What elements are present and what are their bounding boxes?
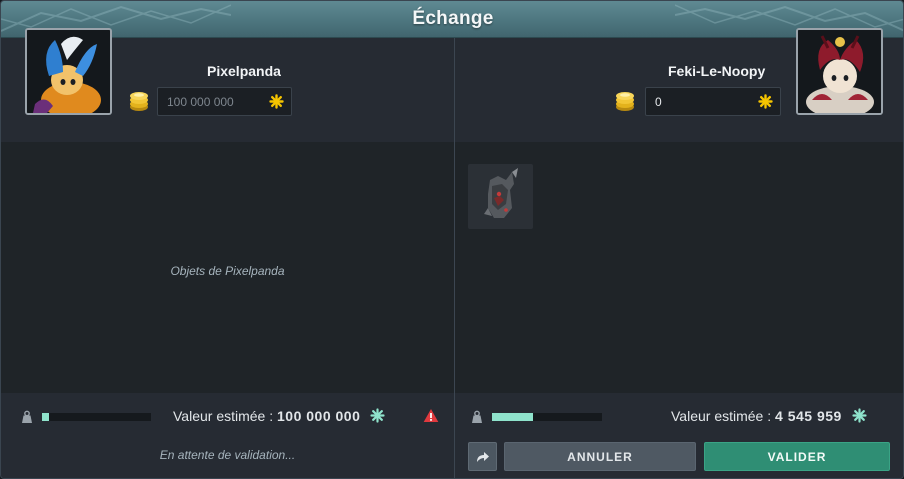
right-player-name: Feki-Le-Noopy — [668, 63, 766, 79]
left-estimated-amount: 100 000 000 — [277, 408, 361, 424]
left-character-portrait-icon — [25, 28, 112, 115]
right-character-portrait-icon — [796, 28, 883, 115]
share-button[interactable] — [468, 442, 497, 471]
left-validation-status: En attente de validation... — [159, 448, 296, 462]
right-weight-bar-fill — [492, 413, 533, 421]
right-player-header: Feki-Le-Noopy 0 — [455, 28, 903, 142]
armor-item-icon — [484, 168, 518, 218]
exchange-window: Échange Pixelpanda 100 000 000 Objets de… — [0, 0, 904, 479]
left-player-name: Pixelpanda — [207, 63, 281, 79]
right-player-panel: Feki-Le-Noopy 0 Valeur estimée: 4 545 9… — [455, 28, 903, 478]
kamas-icon — [370, 408, 385, 423]
right-kamas-field[interactable]: 0 — [645, 87, 781, 116]
left-estimated-value: Valeur estimée : 100 000 000 — [173, 408, 385, 424]
left-weight-bar-fill — [42, 413, 49, 421]
left-kamas-value: 100 000 000 — [167, 95, 234, 109]
share-arrow-icon — [477, 452, 489, 462]
left-player-header: Pixelpanda 100 000 000 — [1, 28, 454, 142]
kamas-coins-icon — [130, 92, 148, 111]
left-items-area[interactable]: Objets de Pixelpanda — [1, 142, 454, 393]
right-weight-bar — [492, 413, 602, 421]
kamas-icon — [758, 94, 773, 109]
right-estimated-amount: 4 545 959 — [775, 408, 842, 424]
left-estimated-label: Valeur estimée : — [173, 408, 274, 424]
warning-triangle-icon[interactable] — [423, 408, 439, 423]
item-slot[interactable] — [468, 164, 533, 229]
right-estimated-label: Valeur estimée : — [671, 408, 772, 424]
weight-icon — [22, 410, 32, 423]
kamas-icon — [269, 94, 284, 109]
right-kamas-value: 0 — [655, 95, 662, 109]
left-weight-bar — [42, 413, 151, 421]
right-player-footer: Valeur estimée : 4 545 959 ANNULER VALID… — [455, 393, 903, 478]
weight-icon — [472, 410, 482, 423]
left-items-placeholder: Objets de Pixelpanda — [170, 264, 285, 278]
window-title: Échange — [412, 8, 494, 29]
right-estimated-value: Valeur estimée : 4 545 959 — [671, 408, 867, 424]
left-player-panel: Pixelpanda 100 000 000 Objets de Pixelpa… — [1, 28, 454, 478]
kamas-coins-icon — [616, 92, 634, 111]
left-kamas-field[interactable]: 100 000 000 — [157, 87, 292, 116]
title-bar: Échange — [1, 1, 903, 38]
kamas-icon — [852, 408, 867, 423]
validate-button[interactable]: VALIDER — [704, 442, 890, 471]
right-items-area[interactable] — [455, 142, 903, 393]
left-player-footer: Valeur estimée : 100 000 000 En attente … — [1, 393, 454, 478]
cancel-button[interactable]: ANNULER — [504, 442, 696, 471]
